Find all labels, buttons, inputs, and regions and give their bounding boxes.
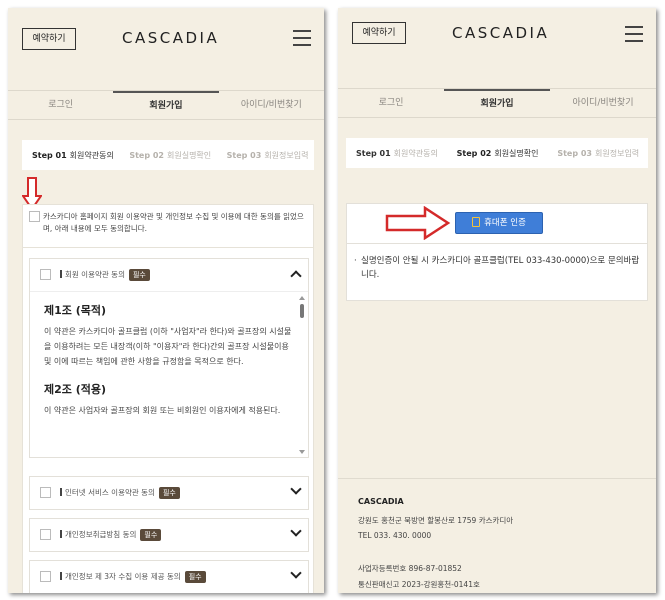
term-title: 개인정보 제 3자 수집 이용 제공 동의 필수 [60,571,206,583]
step-indicator: Step 01 회원약관동의 Step 02 회원실명확인 Step 03 회원정보입… [346,138,648,168]
brand-logo[interactable]: CASCADIA [122,29,219,47]
scroll-thumb[interactable] [300,304,304,318]
reserve-button[interactable]: 예약하기 [22,28,76,50]
footer-company-name: CASCADIA [358,497,404,506]
article-title: 제2조 (적용) [44,383,107,396]
step-3: Step 03 회원정보입력 [217,150,314,161]
step-3-num: Step 03 [557,148,592,158]
step-2-label: 회원실명확인 [166,150,212,160]
header: 예약하기 CASCADIA [338,8,656,68]
scrollbar[interactable] [299,296,305,454]
step-3-label: 회원정보입력 [264,150,309,160]
step-2-label: 회원실명확인 [494,148,539,158]
phone-verification-label: 휴대폰 인증 [484,218,526,228]
tab-find-account[interactable]: 아이디/비번찾기 [550,89,656,117]
term-content[interactable]: 제1조 (목적) 이 약관은 카스카디아 골프클럽 (이하 "사업자"라 한다)… [30,291,308,457]
step-2-num: Step 02 [456,148,492,158]
step-1-num: Step 01 [356,148,391,158]
term-title: 인터넷 서비스 이용약관 동의 필수 [60,487,180,499]
agree-all-checkbox[interactable] [29,211,40,222]
term-checkbox[interactable] [40,571,51,582]
step-2: Step 02 회원실명확인 [119,150,216,161]
term-title: 개인정보취급방침 동의 필수 [60,529,162,541]
tab-login[interactable]: 로그인 [338,89,444,117]
chevron-up-icon[interactable] [290,270,302,282]
article-text: 이 약관은 카스카디아 골프클럽 (이하 "사업자"라 한다)와 골프장의 시설… [44,327,292,366]
tab-find-account[interactable]: 아이디/비번찾기 [219,91,324,119]
term-item-third-party: 개인정보 제 3자 수집 이용 제공 동의 필수 [29,560,309,593]
term-header[interactable]: 회원 이용약관 동의 필수 [30,259,308,291]
auth-tabs: 로그인 회원가입 아이디/비번찾기 [8,90,324,120]
step-3-label: 회원정보입력 [595,148,640,158]
tab-signup[interactable]: 회원가입 [444,89,550,117]
right-screen: 예약하기 CASCADIA 로그인 회원가입 아이디/비번찾기 Step 01 회… [338,8,656,593]
agree-all-row[interactable]: 카스카디아 홈페이지 회원 이용약관 및 개인정보 수집 및 이용에 대한 동의… [22,204,314,248]
footer-mail-order: 통신판매신고 2023-강원홍천-0141호 [358,580,480,589]
step-2: Step 02 회원실명확인 [447,148,548,159]
chevron-down-icon[interactable] [290,483,302,495]
auth-tabs: 로그인 회원가입 아이디/비번찾기 [338,88,656,118]
verification-button-row: 휴대폰 인증 [347,204,647,244]
term-checkbox[interactable] [40,529,51,540]
header: 예약하기 CASCADIA [8,8,324,68]
term-title-text: 개인정보 제 3자 수집 이용 제공 동의 [65,572,181,581]
menu-icon[interactable] [293,30,311,46]
tab-login[interactable]: 로그인 [8,91,113,119]
tab-signup[interactable]: 회원가입 [113,91,219,119]
verification-notice: 실명인증이 안될 시 카스카디아 골프클럽(TEL 033-430-0000)으… [354,254,641,282]
left-screen: 예약하기 CASCADIA 로그인 회원가입 아이디/비번찾기 Step 01 회… [8,8,324,593]
scroll-up-icon[interactable] [299,296,305,300]
step-3-num: Step 03 [226,150,262,160]
footer: CASCADIA 강원도 홍천군 북방면 할봉산로 1759 카스카디아 TEL… [338,478,656,593]
required-badge: 필수 [140,529,162,541]
step-1: Step 01 회원약관동의 [22,150,119,161]
term-checkbox[interactable] [40,269,51,280]
required-badge: 필수 [184,571,206,583]
menu-icon[interactable] [625,26,643,42]
term-title-text: 인터넷 서비스 이용약관 동의 [65,488,155,497]
step-1-label: 회원약관동의 [69,150,114,160]
term-title: 회원 이용약관 동의 필수 [60,269,150,281]
term-title-text: 개인정보취급방침 동의 [65,530,137,539]
article-text: 이 약관은 사업자와 골프장의 회원 또는 비회원인 이용자에게 적용된다. [44,406,281,415]
red-arrow-right-icon [385,206,451,240]
step-3: Step 03 회원정보입력 [547,148,648,159]
phone-verification-button[interactable]: 휴대폰 인증 [455,212,543,234]
term-item-privacy-policy: 개인정보취급방침 동의 필수 [29,518,309,552]
footer-tel: TEL 033. 430. 0000 [358,531,432,540]
term-title-text: 회원 이용약관 동의 [65,270,125,279]
chevron-down-icon[interactable] [290,567,302,579]
phone-icon [472,217,481,227]
verification-box: 휴대폰 인증 실명인증이 안될 시 카스카디아 골프클럽(TEL 033-430… [346,203,648,301]
brand-logo[interactable]: CASCADIA [452,24,549,42]
term-header[interactable]: 개인정보 제 3자 수집 이용 제공 동의 필수 [30,561,308,593]
article-title: 제1조 (목적) [44,304,107,317]
term-header[interactable]: 인터넷 서비스 이용약관 동의 필수 [30,477,308,509]
footer-address: 강원도 홍천군 북방면 할봉산로 1759 카스카디아 [358,516,514,525]
term-item-membership: 회원 이용약관 동의 필수 제1조 (목적) 이 약관은 카스카디아 골프클럽 (… [29,258,309,458]
reserve-button[interactable]: 예약하기 [352,22,406,44]
term-header[interactable]: 개인정보취급방침 동의 필수 [30,519,308,551]
required-badge: 필수 [158,487,180,499]
term-item-internet-service: 인터넷 서비스 이용약관 동의 필수 [29,476,309,510]
chevron-down-icon[interactable] [290,525,302,537]
required-badge: 필수 [128,269,150,281]
step-2-num: Step 02 [129,150,164,160]
footer-business-number: 사업자등록번호 896-87-01852 [358,564,462,573]
step-indicator: Step 01 회원약관동의 Step 02 회원실명확인 Step 03 회원정보입… [22,140,314,170]
agree-all-text: 카스카디아 홈페이지 회원 이용약관 및 개인정보 수집 및 이용에 대한 동의… [43,212,304,233]
step-1-num: Step 01 [32,150,67,160]
step-1: Step 01 회원약관동의 [346,148,447,159]
term-checkbox[interactable] [40,487,51,498]
step-1-label: 회원약관동의 [393,148,438,158]
scroll-down-icon[interactable] [299,450,305,454]
terms-list: 회원 이용약관 동의 필수 제1조 (목적) 이 약관은 카스카디아 골프클럽 (… [22,248,314,593]
